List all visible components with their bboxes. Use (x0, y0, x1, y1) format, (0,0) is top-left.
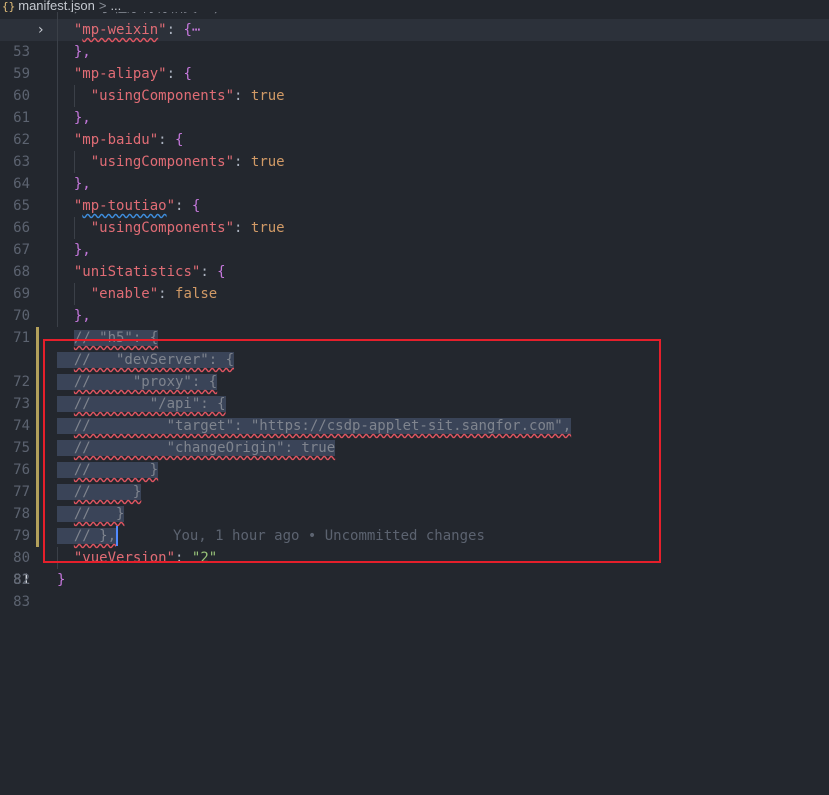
code-line-selected[interactable]: 75 // "/api": { (0, 393, 829, 456)
commented-code: // } (73, 506, 125, 522)
json-key: mp-baidu (82, 132, 150, 148)
json-value: false (175, 286, 218, 302)
code-line-selected[interactable]: 72 // "h5": { (0, 327, 829, 390)
code-line-selected[interactable]: 73 // "devServer": { (0, 349, 829, 412)
closing-brace: }, (73, 110, 91, 126)
git-modified-bar (36, 459, 39, 481)
code-line[interactable]: 60 "mp-alipay": { (0, 63, 829, 104)
json-value: true (250, 88, 285, 104)
code-line[interactable]: 69 "uniStatistics": { (0, 261, 829, 302)
json-key: usingComponents (99, 88, 226, 104)
git-modified-bar (36, 525, 39, 547)
code-line[interactable]: 71 }, (0, 305, 829, 346)
git-modified-bar (36, 393, 39, 415)
code-line[interactable]: 67 "usingComponents": true (0, 217, 829, 258)
json-key: vueVersion (82, 550, 167, 566)
opening-brace: { (175, 132, 184, 148)
git-modified-bar (36, 371, 39, 393)
code-line[interactable]: 64 "usingComponents": true (0, 151, 829, 192)
code-line-selected[interactable]: 79 // } (0, 481, 829, 544)
code-editor[interactable]: 52 /* 小程序特有相关 */ 53 › "mp-weixin": {⋯ 59… (0, 0, 829, 610)
code-line-selected[interactable]: 76 // "target": "https://csdp-applet-sit… (0, 415, 829, 478)
code-line[interactable]: 70 "enable": false (0, 283, 829, 324)
line-number: 83 (13, 594, 30, 610)
code-line-selected[interactable]: 78 // } (0, 459, 829, 522)
json-braces-icon: {} (2, 0, 16, 13)
commented-code: // "proxy": { (73, 374, 218, 390)
commented-code: // }, (73, 528, 117, 544)
code-line[interactable]: 66 "mp-toutiao": { (0, 195, 829, 236)
code-line[interactable]: 62 }, (0, 107, 829, 148)
code-line[interactable]: 65 }, (0, 173, 829, 214)
closing-brace: }, (73, 308, 91, 324)
commented-code: // "target": "https://csdp-applet-sit.sa… (73, 418, 572, 434)
breadcrumb-file[interactable]: manifest.json (18, 0, 95, 12)
json-value: true (250, 154, 285, 170)
json-key: mp-toutiao (82, 198, 167, 214)
json-value: true (250, 220, 285, 236)
json-key: mp-weixin (82, 22, 159, 38)
fold-chevron-icon[interactable]: › (38, 19, 44, 41)
text-cursor (116, 526, 119, 546)
json-key: uniStatistics (82, 264, 192, 280)
json-key: usingComponents (99, 154, 226, 170)
breadcrumb: {} manifest.json >... (0, 0, 829, 12)
opening-brace: { (191, 198, 201, 214)
commented-code: // } (73, 484, 142, 500)
code-line[interactable]: 82 "vueVersion": "2" (0, 547, 829, 588)
git-modified-bar (36, 437, 39, 459)
git-modified-bar (36, 415, 39, 437)
code-line[interactable]: 61 "usingComponents": true (0, 85, 829, 126)
commented-code: // "/api": { (73, 396, 226, 412)
commented-code: // "h5": { (73, 330, 159, 346)
json-value: "2" (191, 550, 218, 566)
folded-region-marker[interactable]: {⋯ (183, 22, 200, 38)
code-line-selected[interactable]: 77 // "changeOrigin": true (0, 437, 829, 500)
code-line[interactable]: 83 } (0, 569, 829, 610)
git-blame-annotation: You, 1 hour ago • Uncommitted changes (173, 528, 485, 544)
code-line[interactable]: 68 }, (0, 239, 829, 280)
git-modified-bar (36, 481, 39, 503)
commented-code: // "changeOrigin": true (73, 440, 336, 456)
breadcrumb-ellipsis[interactable]: ... (110, 0, 121, 12)
closing-brace: }, (73, 242, 91, 258)
json-key: enable (99, 286, 150, 302)
code-line-selected[interactable]: 80 // } (0, 503, 829, 566)
opening-brace: { (183, 66, 192, 82)
git-modified-bar (36, 327, 39, 349)
code-line[interactable]: 59 }, (0, 41, 829, 82)
breadcrumb-separator: > (98, 0, 107, 12)
commented-code: // } (73, 462, 159, 478)
code-line-active[interactable]: 81 // }, You, 1 hour ago • Uncommitted ch… (0, 525, 829, 588)
commented-code: // "devServer": { (73, 352, 235, 368)
closing-brace: }, (73, 176, 91, 192)
code-line-folded[interactable]: 53 › "mp-weixin": {⋯ (0, 19, 829, 60)
code-line[interactable]: 63 "mp-baidu": { (0, 129, 829, 170)
code-line-selected[interactable]: 74 // "proxy": { (0, 371, 829, 434)
closing-brace: } (57, 572, 66, 588)
closing-brace: }, (73, 44, 91, 60)
json-key: mp-alipay (82, 66, 159, 82)
git-modified-bar (36, 349, 39, 371)
opening-brace: { (217, 264, 226, 280)
json-key: usingComponents (99, 220, 226, 236)
git-modified-bar (36, 503, 39, 525)
